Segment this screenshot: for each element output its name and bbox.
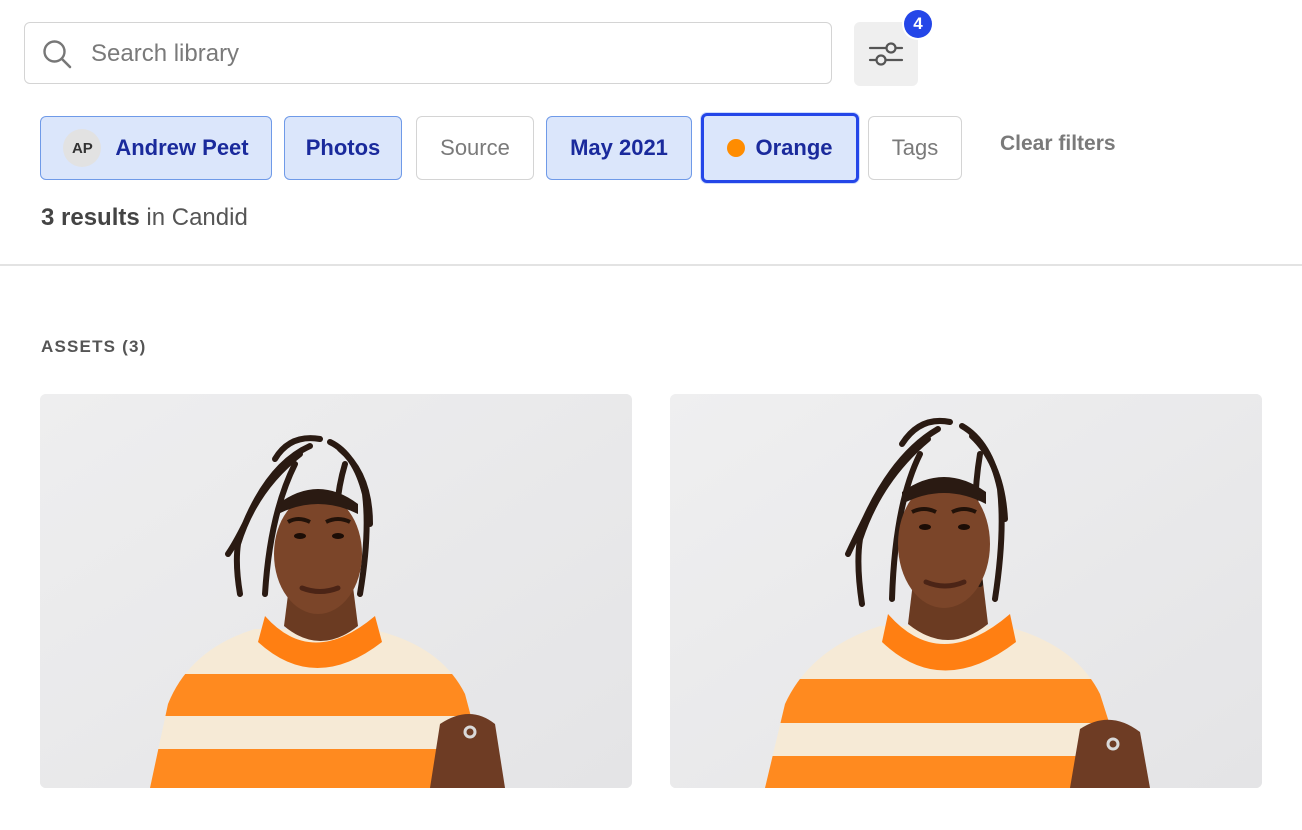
- filter-chip-source-label: Source: [440, 135, 510, 160]
- filter-chip-source[interactable]: Source: [416, 116, 534, 180]
- active-filters-badge: 4: [904, 10, 932, 38]
- asset-card[interactable]: [670, 394, 1262, 788]
- filter-chip-creator[interactable]: AP Andrew Peet: [40, 116, 272, 180]
- asset-card[interactable]: [40, 394, 632, 788]
- filter-chip-date[interactable]: May 2021: [546, 116, 692, 180]
- search-bar[interactable]: [24, 22, 832, 84]
- divider: [0, 264, 1302, 266]
- filter-chip-color-label: Orange: [755, 135, 833, 160]
- search-input[interactable]: [89, 35, 813, 73]
- filter-chip-creator-label: Andrew Peet: [115, 135, 249, 160]
- color-swatch-icon: [727, 139, 746, 157]
- filter-chip-color[interactable]: Orange: [701, 113, 859, 183]
- filter-chip-tags[interactable]: Tags: [868, 116, 962, 180]
- asset-thumbnail: [670, 394, 1262, 788]
- search-icon: [43, 40, 72, 69]
- avatar: AP: [63, 129, 102, 167]
- results-count: 3 results: [41, 204, 140, 231]
- clear-filters-button[interactable]: Clear filters: [1000, 132, 1116, 156]
- assets-section-title: ASSETS (3): [41, 337, 147, 356]
- results-scope: in Candid: [146, 204, 248, 231]
- sliders-icon: [868, 42, 904, 66]
- results-summary: 3 results in Candid: [41, 204, 248, 232]
- filter-chip-tags-label: Tags: [891, 135, 939, 160]
- filter-chip-type-label: Photos: [305, 135, 381, 160]
- asset-thumbnail: [40, 394, 632, 788]
- filter-chip-type[interactable]: Photos: [284, 116, 402, 180]
- filter-chip-date-label: May 2021: [570, 135, 668, 160]
